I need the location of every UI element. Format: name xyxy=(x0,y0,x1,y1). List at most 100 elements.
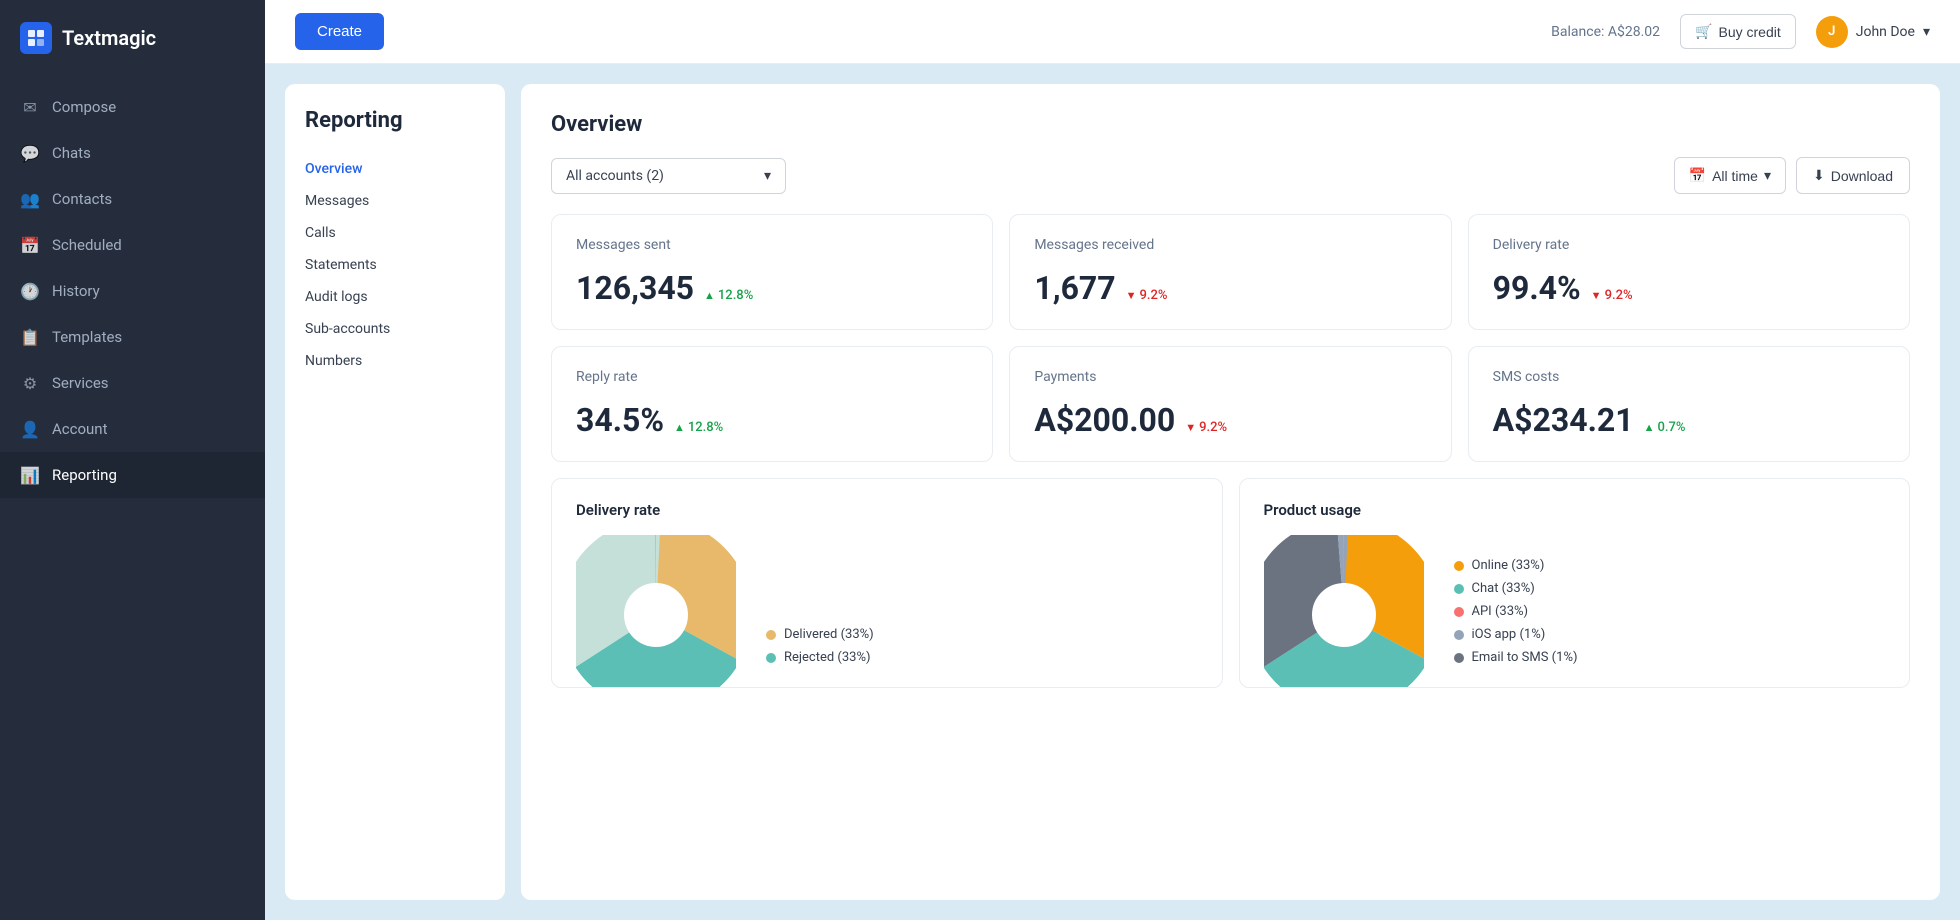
stat-label: Messages sent xyxy=(576,237,968,253)
sidebar-item-label: Scheduled xyxy=(52,236,122,254)
account-icon: 👤 xyxy=(20,419,40,439)
product-legend: Online (33%) Chat (33%) API (33%) xyxy=(1444,558,1578,665)
delivery-pie-chart xyxy=(576,535,736,665)
change-value: 9.2% xyxy=(1140,288,1168,303)
sidebar-item-chats[interactable]: 💬 Chats xyxy=(0,130,265,176)
legend-dot-email-sms xyxy=(1454,653,1464,663)
stat-value: 126,345 xyxy=(576,269,694,307)
stat-change: ▼ 9.2% xyxy=(1126,288,1168,303)
sidebar-item-compose[interactable]: ✉ Compose xyxy=(0,84,265,130)
subnav-item-sub-accounts[interactable]: Sub-accounts xyxy=(305,313,485,345)
create-button[interactable]: Create xyxy=(295,13,384,50)
change-value: 9.2% xyxy=(1605,288,1633,303)
stat-label: Delivery rate xyxy=(1493,237,1885,253)
stat-value-row: 34.5% ▲ 12.8% xyxy=(576,401,968,439)
legend-item-email-sms: Email to SMS (1%) xyxy=(1454,650,1578,665)
filter-right: 📅 All time ▾ ⬇ Download xyxy=(1674,157,1910,194)
sidebar-item-label: Contacts xyxy=(52,190,112,208)
buy-credit-button[interactable]: 🛒 Buy credit xyxy=(1680,14,1796,49)
stat-card-messages-sent: Messages sent 126,345 ▲ 12.8% xyxy=(551,214,993,330)
stat-value-row: 126,345 ▲ 12.8% xyxy=(576,269,968,307)
panel-title: Overview xyxy=(551,112,1910,137)
stat-change: ▲ 0.7% xyxy=(1644,420,1686,435)
cart-icon: 🛒 xyxy=(1695,23,1712,40)
delivery-chart-title: Delivery rate xyxy=(576,501,1198,519)
stat-change: ▼ 9.2% xyxy=(1185,420,1227,435)
stat-card-payments: Payments A$200.00 ▼ 9.2% xyxy=(1009,346,1451,462)
stat-label: SMS costs xyxy=(1493,369,1885,385)
main-wrapper: Create Balance: A$28.02 🛒 Buy credit J J… xyxy=(265,0,1960,920)
arrow-up-icon: ▲ xyxy=(1644,421,1655,434)
buy-credit-label: Buy credit xyxy=(1718,24,1780,40)
time-label: All time xyxy=(1712,168,1758,184)
subnav-item-messages[interactable]: Messages xyxy=(305,185,485,217)
legend-item-delivered: Delivered (33%) xyxy=(766,627,874,642)
legend-label-api: API (33%) xyxy=(1472,604,1529,619)
services-icon: ⚙ xyxy=(20,373,40,393)
account-filter-label: All accounts (2) xyxy=(566,168,664,184)
contacts-icon: 👥 xyxy=(20,189,40,209)
stat-card-reply-rate: Reply rate 34.5% ▲ 12.8% xyxy=(551,346,993,462)
user-menu[interactable]: J John Doe ▾ xyxy=(1816,16,1930,48)
stat-value: 1,677 xyxy=(1034,269,1115,307)
change-value: 12.8% xyxy=(718,288,753,303)
legend-item-online: Online (33%) xyxy=(1454,558,1578,573)
download-label: Download xyxy=(1831,168,1893,184)
sidebar-item-services[interactable]: ⚙ Services xyxy=(0,360,265,406)
sidebar-item-label: Compose xyxy=(52,98,116,116)
arrow-up-icon: ▲ xyxy=(674,421,685,434)
legend-dot-chat xyxy=(1454,584,1464,594)
legend-dot-rejected xyxy=(766,653,776,663)
download-button[interactable]: ⬇ Download xyxy=(1796,157,1910,194)
change-value: 0.7% xyxy=(1657,420,1685,435)
stat-value-row: A$234.21 ▲ 0.7% xyxy=(1493,401,1885,439)
stat-label: Reply rate xyxy=(576,369,968,385)
header-left: Create xyxy=(295,13,384,50)
product-usage-chart-card: Product usage xyxy=(1239,478,1911,688)
subnav-item-statements[interactable]: Statements xyxy=(305,249,485,281)
header: Create Balance: A$28.02 🛒 Buy credit J J… xyxy=(265,0,1960,64)
sidebar-nav: ✉ Compose 💬 Chats 👥 Contacts 📅 Scheduled… xyxy=(0,76,265,506)
account-filter[interactable]: All accounts (2) ▾ xyxy=(551,158,786,194)
chevron-down-icon: ▾ xyxy=(1764,167,1771,184)
subnav-item-numbers[interactable]: Numbers xyxy=(305,345,485,377)
compose-icon: ✉ xyxy=(20,97,40,117)
stat-value-row: 1,677 ▼ 9.2% xyxy=(1034,269,1426,307)
sidebar-item-label: Reporting xyxy=(52,466,117,484)
sidebar-item-templates[interactable]: 📋 Templates xyxy=(0,314,265,360)
sidebar-item-label: Chats xyxy=(52,144,91,162)
stat-change: ▼ 9.2% xyxy=(1591,288,1633,303)
delivery-chart-content: Delivered (33%) Rejected (33%) xyxy=(576,535,1198,665)
main-panel: Overview All accounts (2) ▾ 📅 All time ▾… xyxy=(521,84,1940,900)
legend-label-chat: Chat (33%) xyxy=(1472,581,1535,596)
change-value: 9.2% xyxy=(1199,420,1227,435)
arrow-down-icon: ▼ xyxy=(1126,289,1137,302)
legend-item-chat: Chat (33%) xyxy=(1454,581,1578,596)
stat-label: Messages received xyxy=(1034,237,1426,253)
app-name: Textmagic xyxy=(62,26,156,50)
header-right: Balance: A$28.02 🛒 Buy credit J John Doe… xyxy=(1551,14,1930,49)
stat-value-row: A$200.00 ▼ 9.2% xyxy=(1034,401,1426,439)
time-filter-button[interactable]: 📅 All time ▾ xyxy=(1674,157,1786,194)
balance-display: Balance: A$28.02 xyxy=(1551,24,1660,40)
sidebar-item-contacts[interactable]: 👥 Contacts xyxy=(0,176,265,222)
content-area: Reporting Overview Messages Calls Statem… xyxy=(265,64,1960,920)
stat-change: ▲ 12.8% xyxy=(674,420,723,435)
sidebar-item-reporting[interactable]: 📊 Reporting xyxy=(0,452,265,498)
templates-icon: 📋 xyxy=(20,327,40,347)
sidebar-item-history[interactable]: 🕐 History xyxy=(0,268,265,314)
legend-dot-online xyxy=(1454,561,1464,571)
subnav-item-audit-logs[interactable]: Audit logs xyxy=(305,281,485,313)
product-pie-chart xyxy=(1264,535,1424,665)
arrow-down-icon: ▼ xyxy=(1185,421,1196,434)
sidebar-item-label: Services xyxy=(52,374,109,392)
scheduled-icon: 📅 xyxy=(20,235,40,255)
stat-value: A$200.00 xyxy=(1034,401,1175,439)
sidebar-item-scheduled[interactable]: 📅 Scheduled xyxy=(0,222,265,268)
sidebar-item-account[interactable]: 👤 Account xyxy=(0,406,265,452)
filters-row: All accounts (2) ▾ 📅 All time ▾ ⬇ Downlo… xyxy=(551,157,1910,194)
subnav-item-calls[interactable]: Calls xyxy=(305,217,485,249)
legend-item-ios: iOS app (1%) xyxy=(1454,627,1578,642)
change-value: 12.8% xyxy=(688,420,723,435)
subnav-item-overview[interactable]: Overview xyxy=(305,153,485,185)
